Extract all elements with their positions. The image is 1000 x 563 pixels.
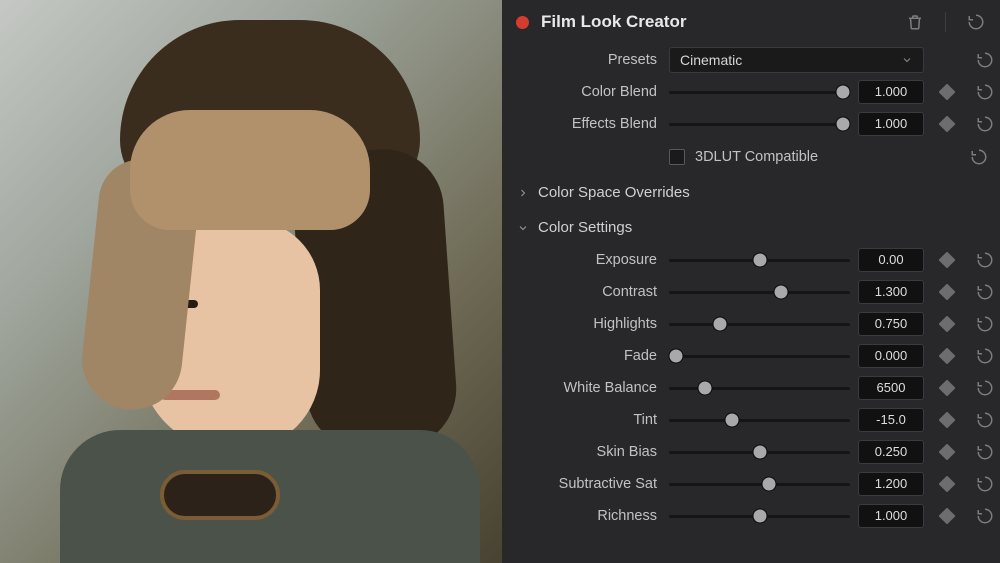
- white_balance-slider[interactable]: [669, 375, 850, 401]
- contrast-label: Contrast: [506, 284, 661, 300]
- reset-icon[interactable]: [970, 411, 1000, 429]
- reset-icon[interactable]: [970, 379, 1000, 397]
- color-blend-label: Color Blend: [506, 84, 661, 100]
- reset-icon[interactable]: [970, 148, 1000, 166]
- white_balance-row: White Balance 6500: [502, 372, 1000, 404]
- keyframe-icon[interactable]: [932, 446, 962, 458]
- presets-row: Presets Cinematic: [502, 44, 1000, 76]
- exposure-label: Exposure: [506, 252, 661, 268]
- tint-value[interactable]: -15.0: [858, 408, 924, 432]
- reset-icon[interactable]: [970, 347, 1000, 365]
- reset-icon[interactable]: [970, 283, 1000, 301]
- keyframe-icon[interactable]: [932, 510, 962, 522]
- video-preview: [0, 0, 502, 563]
- reset-icon[interactable]: [970, 443, 1000, 461]
- subtractive_sat-slider[interactable]: [669, 471, 850, 497]
- exposure-slider[interactable]: [669, 247, 850, 273]
- white_balance-value[interactable]: 6500: [858, 376, 924, 400]
- keyframe-icon[interactable]: [932, 254, 962, 266]
- keyframe-icon[interactable]: [932, 350, 962, 362]
- reset-icon[interactable]: [970, 115, 1000, 133]
- keyframe-icon[interactable]: [932, 478, 962, 490]
- keyframe-icon[interactable]: [932, 318, 962, 330]
- highlights-label: Highlights: [506, 316, 661, 332]
- exposure-value[interactable]: 0.00: [858, 248, 924, 272]
- keyframe-icon[interactable]: [932, 414, 962, 426]
- presets-dropdown[interactable]: Cinematic: [669, 47, 924, 73]
- subtractive_sat-value[interactable]: 1.200: [858, 472, 924, 496]
- preview-shape: [130, 110, 370, 230]
- color-blend-slider[interactable]: [669, 79, 850, 105]
- skin_bias-slider[interactable]: [669, 439, 850, 465]
- reset-icon[interactable]: [970, 475, 1000, 493]
- presets-label: Presets: [506, 52, 661, 68]
- header-divider: [945, 12, 946, 32]
- richness-value[interactable]: 1.000: [858, 504, 924, 528]
- reset-icon[interactable]: [970, 315, 1000, 333]
- keyframe-icon[interactable]: [932, 118, 962, 130]
- tint-label: Tint: [506, 412, 661, 428]
- reset-icon[interactable]: [970, 51, 1000, 69]
- effects-blend-slider[interactable]: [669, 111, 850, 137]
- skin_bias-label: Skin Bias: [506, 444, 661, 460]
- color-blend-value[interactable]: 1.000: [858, 80, 924, 104]
- skin_bias-value[interactable]: 0.250: [858, 440, 924, 464]
- effects-blend-value[interactable]: 1.000: [858, 112, 924, 136]
- reset-all-icon[interactable]: [966, 12, 986, 32]
- highlights-slider[interactable]: [669, 311, 850, 337]
- highlights-value[interactable]: 0.750: [858, 312, 924, 336]
- richness-slider[interactable]: [669, 503, 850, 529]
- section-color-space-overrides[interactable]: Color Space Overrides: [502, 174, 1000, 209]
- chevron-down-icon: [516, 221, 530, 235]
- color-settings-body: Exposure 0.00 Contrast 1.300 Highlights …: [502, 244, 1000, 532]
- keyframe-icon[interactable]: [932, 86, 962, 98]
- white_balance-label: White Balance: [506, 380, 661, 396]
- contrast-row: Contrast 1.300: [502, 276, 1000, 308]
- color-blend-row: Color Blend 1.000: [502, 76, 1000, 108]
- highlights-row: Highlights 0.750: [502, 308, 1000, 340]
- keyframe-icon[interactable]: [932, 286, 962, 298]
- effect-title: Film Look Creator: [541, 12, 893, 32]
- exposure-row: Exposure 0.00: [502, 244, 1000, 276]
- skin_bias-row: Skin Bias 0.250: [502, 436, 1000, 468]
- chevron-down-icon: [901, 54, 913, 66]
- richness-label: Richness: [506, 508, 661, 524]
- inspector-panel: Film Look Creator Presets Cinematic Colo: [502, 0, 1000, 563]
- contrast-value[interactable]: 1.300: [858, 280, 924, 304]
- reset-icon[interactable]: [970, 507, 1000, 525]
- presets-selected: Cinematic: [680, 52, 742, 68]
- reset-icon[interactable]: [970, 251, 1000, 269]
- trash-icon[interactable]: [905, 12, 925, 32]
- subtractive_sat-label: Subtractive Sat: [506, 476, 661, 492]
- keyframe-icon[interactable]: [932, 382, 962, 394]
- 3dlut-label: 3DLUT Compatible: [695, 149, 818, 165]
- fade-row: Fade 0.000: [502, 340, 1000, 372]
- panel-header: Film Look Creator: [502, 0, 1000, 44]
- chevron-right-icon: [516, 186, 530, 200]
- effects-blend-row: Effects Blend 1.000: [502, 108, 1000, 140]
- section-label: Color Settings: [538, 219, 632, 236]
- record-indicator-icon[interactable]: [516, 16, 529, 29]
- tint-slider[interactable]: [669, 407, 850, 433]
- subtractive_sat-row: Subtractive Sat 1.200: [502, 468, 1000, 500]
- fade-slider[interactable]: [669, 343, 850, 369]
- contrast-slider[interactable]: [669, 279, 850, 305]
- section-color-settings[interactable]: Color Settings: [502, 209, 1000, 244]
- tint-row: Tint -15.0: [502, 404, 1000, 436]
- reset-icon[interactable]: [970, 83, 1000, 101]
- richness-row: Richness 1.000: [502, 500, 1000, 532]
- effects-blend-label: Effects Blend: [506, 116, 661, 132]
- preview-shape: [160, 470, 280, 520]
- 3dlut-checkbox[interactable]: [669, 149, 685, 165]
- fade-value[interactable]: 0.000: [858, 344, 924, 368]
- 3dlut-row: 3DLUT Compatible: [502, 140, 1000, 174]
- fade-label: Fade: [506, 348, 661, 364]
- section-label: Color Space Overrides: [538, 184, 690, 201]
